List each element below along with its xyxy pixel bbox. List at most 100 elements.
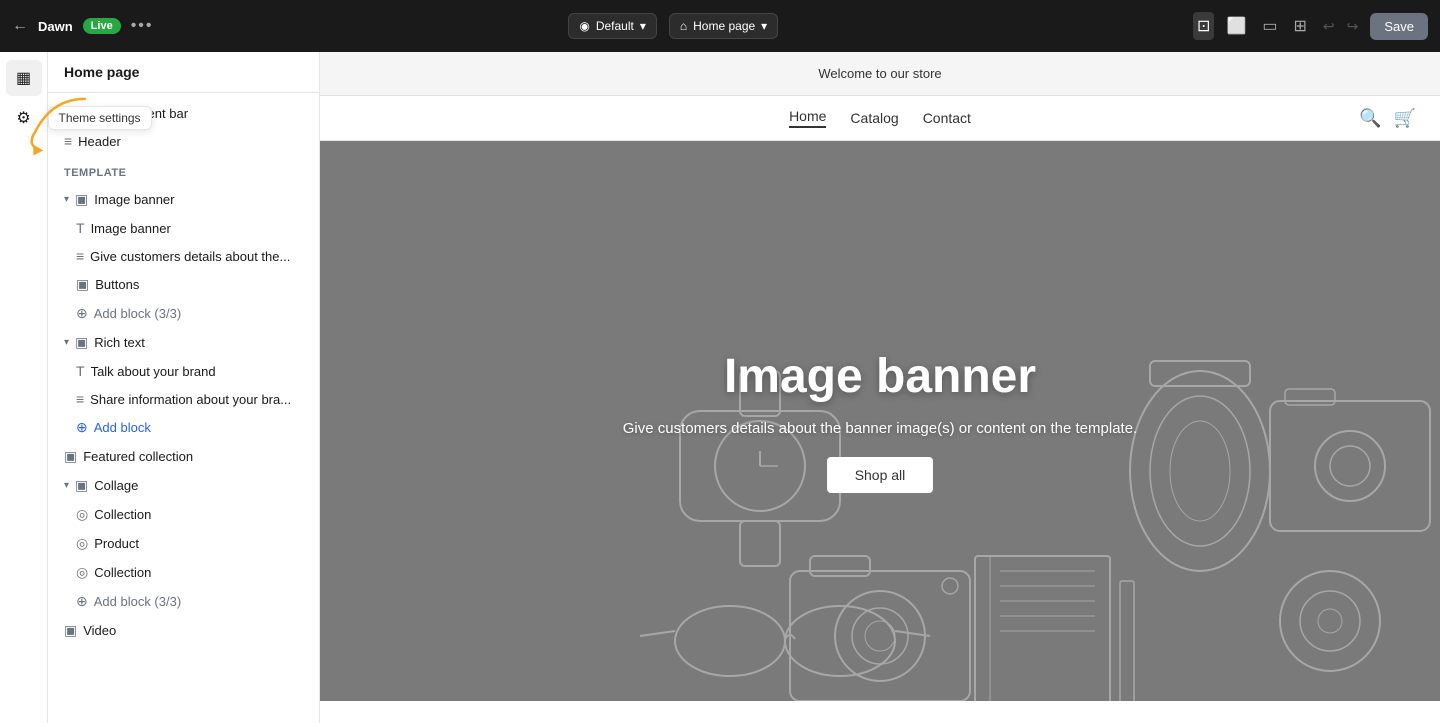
store-nav: Home Catalog Contact 🔍 🛒 [320,96,1440,141]
sidebar-content: Home page ≡ Announcement bar ≡ Header Te… [48,52,319,723]
chevron-down-image-banner: ▾ [64,194,69,205]
template-label: Template [48,161,319,185]
add-block-rich-label: Add block [94,420,303,435]
add-block-banner-icon: ⊕ [76,305,88,322]
customers-details-item[interactable]: ≡ Give customers details about the... [48,242,319,270]
collection-2-item[interactable]: ◎ Collection [48,558,319,587]
talk-brand-icon: T [76,363,85,379]
sidebar-title: Home page [48,52,319,93]
add-block-rich-icon: ⊕ [76,419,88,436]
sections-icon-button[interactable]: ▦ [6,60,42,96]
desktop-view-button[interactable]: ⊡ [1193,12,1214,40]
collection-2-icon: ◎ [76,564,88,581]
home-icon: ⌂ [680,19,687,33]
buttons-label: Buttons [95,277,303,292]
tooltip-text: Theme settings [59,111,141,125]
buttons-item[interactable]: ▣ Buttons [48,270,319,299]
undo-button[interactable]: ↩ [1319,14,1339,39]
image-banner-child-label: Image banner [91,221,303,236]
product-label: Product [94,536,303,551]
collage-group-label: Collage [94,478,303,493]
more-button[interactable]: ••• [131,17,154,35]
featured-collection-label: Featured collection [83,449,303,464]
page-name: Home page [693,19,755,33]
save-button[interactable]: Save [1370,13,1428,40]
add-block-collage-item[interactable]: ⊕ Add block (3/3) [48,587,319,616]
topbar-center: ◉ Default ▾ ⌂ Home page ▾ [164,13,1184,39]
theme-selector[interactable]: ◉ Default ▾ [568,13,657,39]
sidebar-icon-column: ▦ ⚙ Theme settings [0,52,48,723]
share-info-item[interactable]: ≡ Share information about your bra... [48,385,319,413]
store-name: Dawn [38,19,73,34]
add-block-collage-icon: ⊕ [76,593,88,610]
mobile-view-button[interactable]: ▭ [1258,12,1281,40]
shop-all-button[interactable]: Shop all [827,457,934,493]
topbar-right: ⊡ ⬜ ▭ ⊞ ↩ ↪ Save [1193,12,1428,40]
main-area: ▦ ⚙ Theme settings Home page ≡ Announcem… [0,52,1440,723]
collage-group-item[interactable]: ▾ ▣ Collage [48,471,319,500]
hero-subtitle: Give customers details about the banner … [623,420,1137,437]
rich-text-group-icon: ▣ [75,334,88,351]
share-info-label: Share information about your bra... [90,392,303,407]
hero-banner: Image banner Give customers details abou… [320,141,1440,701]
gear-tooltip-container: ⚙ Theme settings [6,100,42,136]
video-label: Video [83,623,303,638]
image-banner-child-icon: T [76,220,85,236]
theme-settings-tooltip: Theme settings [48,106,152,130]
live-badge: Live [83,18,121,34]
rich-text-group-label: Rich text [94,335,303,350]
page-selector[interactable]: ⌂ Home page ▾ [669,13,778,39]
chevron-down-icon: ▾ [640,19,646,33]
add-block-rich-item[interactable]: ⊕ Add block [48,413,319,442]
featured-collection-item[interactable]: ▣ Featured collection [48,442,319,471]
image-banner-group-label: Image banner [94,192,303,207]
collection-1-label: Collection [94,507,303,522]
search-icon[interactable]: 🔍 [1359,108,1381,129]
hero-title: Image banner [623,349,1137,404]
buttons-icon: ▣ [76,276,89,293]
nav-contact[interactable]: Contact [923,110,971,126]
collage-group-icon: ▣ [75,477,88,494]
custom-view-button[interactable]: ⊞ [1289,12,1310,40]
collection-2-label: Collection [94,565,303,580]
talk-brand-item[interactable]: T Talk about your brand [48,357,319,385]
header-item[interactable]: ≡ Header [48,127,319,155]
globe-icon: ◉ [579,19,589,33]
video-item[interactable]: ▣ Video [48,616,319,645]
chevron-down-collage: ▾ [64,480,69,491]
theme-name: Default [596,19,634,33]
talk-brand-label: Talk about your brand [91,364,303,379]
share-info-icon: ≡ [76,391,84,407]
back-button[interactable]: ← [12,17,28,35]
topbar-left: ← Dawn Live ••• [12,17,154,35]
video-icon: ▣ [64,622,77,639]
sidebar: Home page ≡ Announcement bar ≡ Header Te… [0,52,320,723]
header-icon: ≡ [64,133,72,149]
add-block-collage-label: Add block (3/3) [94,594,303,609]
chevron-down-rich-text: ▾ [64,337,69,348]
image-banner-group-item[interactable]: ▾ ▣ Image banner [48,185,319,214]
chevron-down-icon-page: ▾ [761,19,767,33]
product-item[interactable]: ◎ Product [48,529,319,558]
rich-text-group-item[interactable]: ▾ ▣ Rich text [48,328,319,357]
collection-1-item[interactable]: ◎ Collection [48,500,319,529]
tablet-view-button[interactable]: ⬜ [1222,12,1250,40]
store-welcome-bar: Welcome to our store [320,52,1440,96]
add-block-banner-label: Add block (3/3) [94,306,303,321]
preview-area: Welcome to our store Home Catalog Contac… [320,52,1440,723]
store-nav-icons: 🔍 🛒 [1359,108,1416,129]
customers-details-label: Give customers details about the... [90,249,303,264]
redo-button[interactable]: ↪ [1343,14,1363,39]
nav-catalog[interactable]: Catalog [850,110,898,126]
featured-collection-icon: ▣ [64,448,77,465]
hero-text-overlay: Image banner Give customers details abou… [623,349,1137,493]
theme-settings-button[interactable]: ⚙ [6,100,42,136]
image-banner-child[interactable]: T Image banner [48,214,319,242]
topbar: ← Dawn Live ••• ◉ Default ▾ ⌂ Home page … [0,0,1440,52]
nav-home[interactable]: Home [789,108,826,128]
cart-icon[interactable]: 🛒 [1394,108,1416,129]
collection-1-icon: ◎ [76,506,88,523]
customers-details-icon: ≡ [76,248,84,264]
add-block-banner-item[interactable]: ⊕ Add block (3/3) [48,299,319,328]
undo-redo-group: ↩ ↪ [1319,14,1362,39]
